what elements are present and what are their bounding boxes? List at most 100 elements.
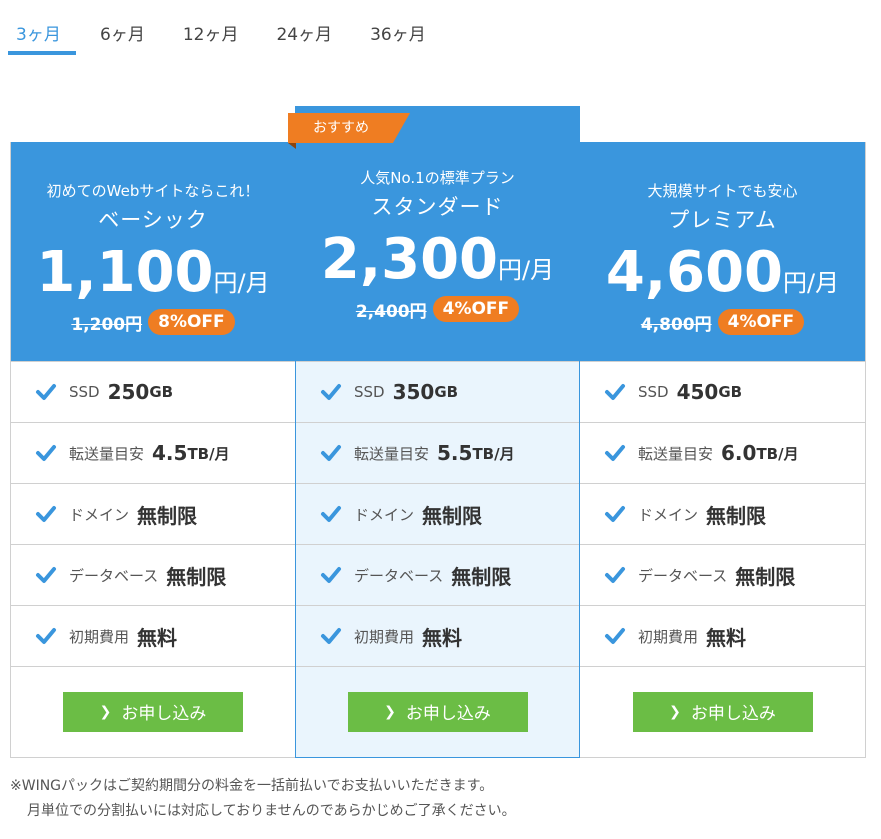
apply-button[interactable]: ❯ お申し込み [632, 691, 813, 732]
tab-24-months[interactable]: 24ヶ月 [276, 14, 332, 56]
feature-database: データベース 無制限 [11, 544, 295, 605]
feature-database: データベース 無制限 [580, 544, 865, 605]
check-icon [321, 445, 341, 461]
feature-value: 250 [107, 380, 150, 404]
price-row: 1,100円/月 [11, 240, 295, 305]
plan-basic: 初めてのWebサイトならこれ！ ベーシック 1,100円/月 1,200円 8%… [10, 142, 295, 758]
check-icon [605, 445, 625, 461]
feature-value: 無制限 [706, 503, 767, 528]
plan-header: 大規模サイトでも安心 プレミアム 4,600円/月 4,800円 4%OFF [580, 142, 865, 361]
check-icon [321, 506, 341, 522]
feature-unit: GB [434, 383, 459, 401]
price-unit: 円/月 [213, 269, 270, 297]
plan-price: 2,300 [320, 227, 499, 292]
feature-value: 無制限 [166, 564, 227, 589]
feature-initial-fee: 初期費用 無料 [296, 605, 579, 666]
check-icon [36, 567, 56, 583]
discount-badge: 4%OFF [717, 309, 805, 335]
check-icon [36, 506, 56, 522]
feature-label: 初期費用 [69, 627, 130, 646]
plan-name: プレミアム [668, 208, 777, 232]
feature-value: 無料 [422, 625, 463, 650]
tab-6-months[interactable]: 6ヶ月 [100, 14, 145, 56]
feature-transfer: 転送量目安 4.5 TB/月 [11, 422, 295, 483]
tab-36-months[interactable]: 36ヶ月 [370, 14, 426, 56]
feature-initial-fee: 初期費用 無料 [580, 605, 865, 666]
discount-badge: 8%OFF [148, 309, 235, 335]
chevron-right-icon: ❯ [384, 703, 396, 720]
feature-unit: TB/月 [472, 444, 515, 463]
apply-label: お申し込み [690, 704, 776, 724]
feature-label: ドメイン [638, 505, 699, 524]
plan-catchphrase: 大規模サイトでも安心 [647, 182, 798, 200]
feature-transfer: 転送量目安 6.0 TB/月 [580, 422, 865, 483]
plan-name: ベーシック [98, 208, 208, 232]
apply-label: お申し込み [121, 704, 207, 724]
discount-row: 1,200円 8%OFF [11, 309, 295, 335]
feature-value: 無料 [706, 625, 747, 650]
check-icon [36, 384, 56, 400]
payment-notes: ※WINGパックはご契約期間分の料金を一括前払いでお支払いいただきます。 月単位… [10, 774, 516, 824]
feature-unit: GB [718, 383, 743, 401]
feature-label: 転送量目安 [69, 444, 145, 463]
apply-area: ❯ お申し込み [11, 666, 295, 756]
ribbon-fold [288, 143, 296, 149]
plan-price: 4,600 [605, 240, 784, 305]
note-line: 月単位での分割払いには対応しておりませんのであらかじめご了承ください。 [27, 803, 516, 819]
feature-label: データベース [69, 566, 159, 585]
note-line: ※WINGパックはご契約期間分の料金を一括前払いでお支払いいただきます。 [10, 778, 494, 794]
apply-button[interactable]: ❯ お申し込み [347, 691, 528, 732]
check-icon [605, 567, 625, 583]
plan-catchphrase: 初めてのWebサイトならこれ！ [46, 182, 260, 200]
recommend-ribbon: おすすめ [288, 113, 410, 143]
check-icon [36, 445, 56, 461]
discount-row: 2,400円 4%OFF [296, 296, 579, 322]
tab-12-months[interactable]: 12ヶ月 [183, 14, 239, 56]
feature-domain: ドメイン 無制限 [11, 483, 295, 544]
feature-value: 無制限 [422, 503, 483, 528]
feature-label: データベース [354, 566, 444, 585]
feature-value: 450 [676, 380, 719, 404]
price-row: 4,600円/月 [580, 240, 865, 305]
feature-label: 初期費用 [638, 627, 699, 646]
original-price: 1,200円 [71, 314, 143, 335]
plan-standard: おすすめ 人気No.1の標準プラン スタンダード 2,300円/月 2,400円… [288, 106, 580, 758]
feature-ssd: SSD 350 GB [296, 361, 579, 422]
check-icon [605, 628, 625, 644]
check-icon [36, 628, 56, 644]
feature-label: SSD [638, 383, 669, 401]
feature-initial-fee: 初期費用 無料 [11, 605, 295, 666]
price-unit: 円/月 [498, 256, 555, 284]
feature-value: 無制限 [735, 564, 796, 589]
feature-value: 6.0 [721, 441, 757, 465]
feature-label: 初期費用 [354, 627, 415, 646]
feature-database: データベース 無制限 [296, 544, 579, 605]
plan-table: 初めてのWebサイトならこれ！ ベーシック 1,100円/月 1,200円 8%… [10, 106, 866, 758]
feature-value: 5.5 [437, 441, 473, 465]
feature-domain: ドメイン 無制限 [296, 483, 579, 544]
feature-label: ドメイン [69, 505, 130, 524]
feature-value: 無制限 [451, 564, 512, 589]
plan-header: 人気No.1の標準プラン スタンダード 2,300円/月 2,400円 4%OF… [296, 107, 579, 361]
apply-button[interactable]: ❯ お申し込み [63, 691, 243, 732]
original-price: 2,400円 [355, 301, 427, 322]
tab-3-months[interactable]: 3ヶ月 [8, 14, 76, 56]
apply-area: ❯ お申し込み [296, 666, 579, 756]
plan-price: 1,100 [36, 240, 214, 305]
feature-label: ドメイン [354, 505, 415, 524]
feature-value: 無制限 [137, 503, 198, 528]
apply-label: お申し込み [405, 704, 491, 724]
plan-header: 初めてのWebサイトならこれ！ ベーシック 1,100円/月 1,200円 8%… [11, 142, 295, 361]
original-price: 4,800円 [640, 314, 712, 335]
apply-area: ❯ お申し込み [580, 666, 865, 756]
feature-ssd: SSD 250 GB [11, 361, 295, 422]
feature-transfer: 転送量目安 5.5 TB/月 [296, 422, 579, 483]
check-icon [321, 567, 341, 583]
feature-value: 4.5 [152, 441, 188, 465]
chevron-right-icon: ❯ [669, 703, 681, 720]
term-tabs: 3ヶ月 6ヶ月 12ヶ月 24ヶ月 36ヶ月 [8, 14, 464, 56]
feature-label: データベース [638, 566, 728, 585]
feature-label: 転送量目安 [638, 444, 714, 463]
feature-value: 350 [392, 380, 435, 404]
check-icon [605, 384, 625, 400]
